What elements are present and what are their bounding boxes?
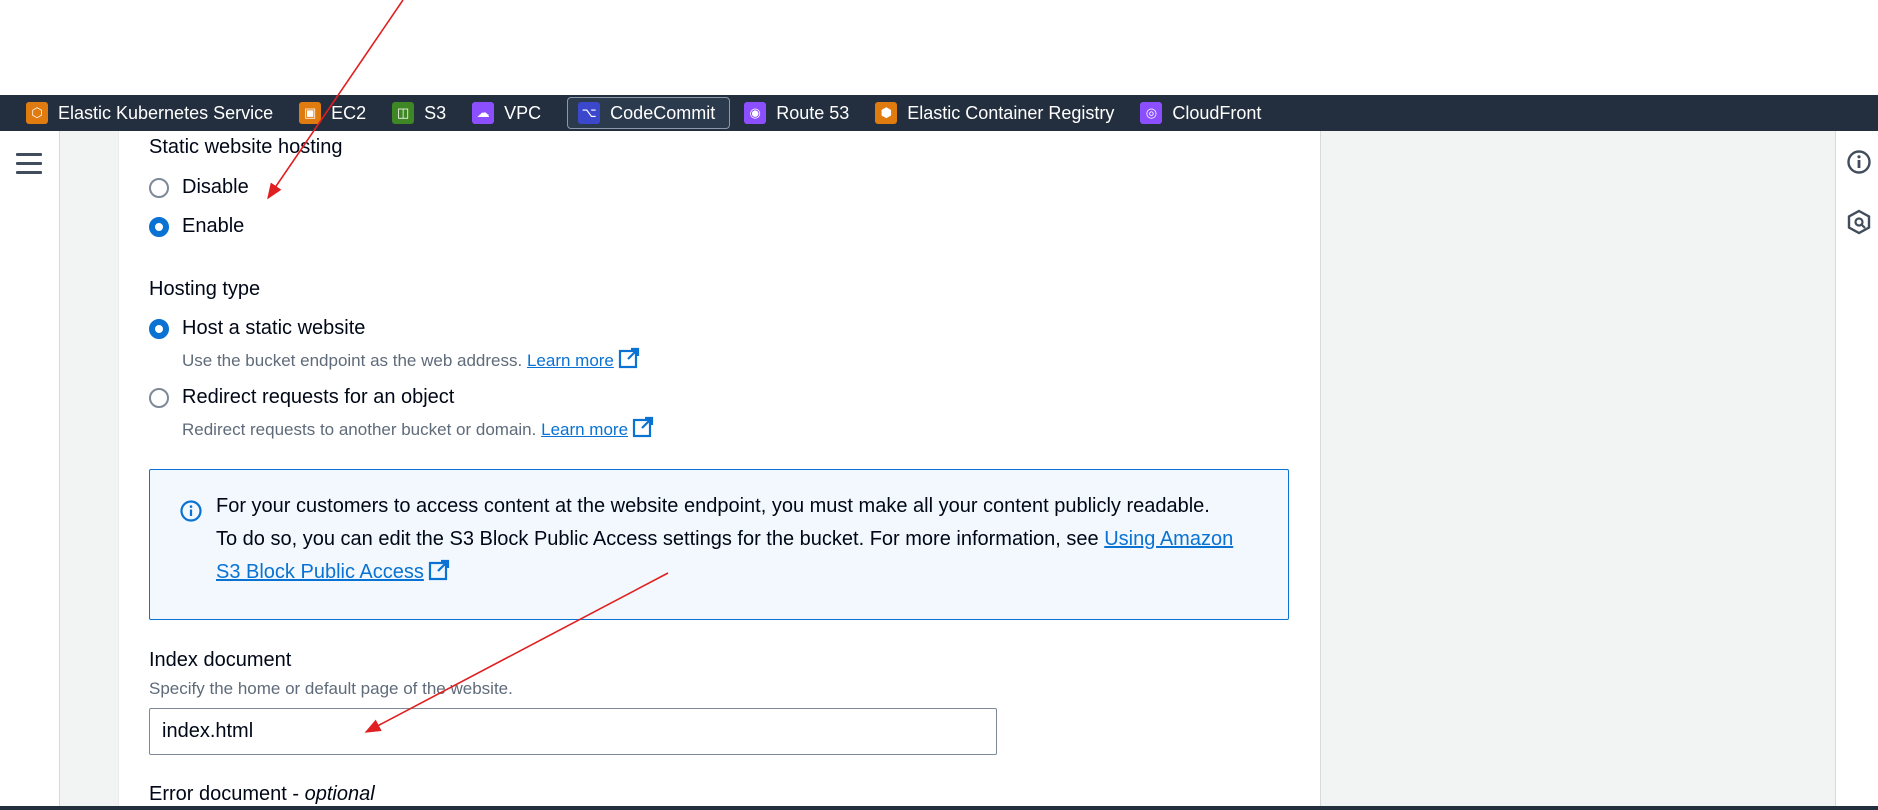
info-alert-text: For your customers to access content at … bbox=[216, 490, 1236, 589]
service-label: Elastic Kubernetes Service bbox=[58, 102, 274, 123]
left-navigation bbox=[0, 131, 60, 810]
external-link-icon bbox=[618, 347, 639, 369]
static-hosting-label: Static website hosting bbox=[149, 136, 343, 158]
browser-top-area bbox=[0, 0, 1878, 95]
service-vpc[interactable]: ☁ VPC bbox=[472, 97, 553, 129]
codecommit-icon: ⌥ bbox=[578, 102, 601, 124]
bottom-edge bbox=[0, 806, 1878, 810]
s3-icon: ◫ bbox=[392, 102, 415, 124]
info-icon[interactable] bbox=[1846, 149, 1872, 175]
vpc-icon: ☁ bbox=[472, 102, 495, 124]
service-label: S3 bbox=[424, 102, 447, 123]
service-eks[interactable]: ⬡ Elastic Kubernetes Service bbox=[26, 97, 285, 129]
info-circle-icon bbox=[180, 500, 202, 522]
service-label: Route 53 bbox=[776, 102, 850, 123]
index-document-description: Specify the home or default page of the … bbox=[149, 679, 513, 698]
service-route53[interactable]: ◉ Route 53 bbox=[744, 97, 861, 129]
radio-redirect[interactable] bbox=[149, 388, 169, 408]
service-ec2[interactable]: ▣ EC2 bbox=[299, 97, 378, 129]
eks-icon: ⬡ bbox=[26, 102, 48, 124]
optional-tag: optional bbox=[304, 783, 375, 805]
service-label: Elastic Container Registry bbox=[907, 102, 1115, 123]
external-link-icon bbox=[632, 416, 654, 438]
service-s3[interactable]: ◫ S3 bbox=[392, 97, 458, 129]
hosting-type-label: Hosting type bbox=[149, 278, 261, 300]
ecr-icon: ⬢ bbox=[875, 102, 898, 124]
radio-host-static-label[interactable]: Host a static website bbox=[182, 317, 365, 340]
service-label: CloudFront bbox=[1172, 102, 1262, 123]
description-text: Use the bucket endpoint as the web addre… bbox=[182, 351, 523, 370]
content-gutter bbox=[60, 131, 119, 810]
right-tools-rail bbox=[1835, 131, 1878, 810]
radio-redirect-label[interactable]: Redirect requests for an object bbox=[182, 386, 454, 409]
info-alert: For your customers to access content at … bbox=[149, 469, 1289, 620]
route53-icon: ◉ bbox=[744, 102, 767, 124]
external-link-icon bbox=[428, 559, 449, 581]
service-favorites-bar: ⬡ Elastic Kubernetes Service ▣ EC2 ◫ S3 … bbox=[0, 95, 1878, 131]
redirect-description: Redirect requests to another bucket or d… bbox=[182, 416, 654, 440]
service-codecommit[interactable]: ⌥ CodeCommit bbox=[567, 97, 731, 129]
host-static-description: Use the bucket endpoint as the web addre… bbox=[182, 347, 640, 371]
radio-host-static[interactable] bbox=[149, 319, 169, 339]
hamburger-menu-icon[interactable] bbox=[16, 153, 42, 175]
service-label: EC2 bbox=[331, 102, 367, 123]
service-cloudfront[interactable]: ◎ CloudFront bbox=[1140, 97, 1273, 129]
ec2-icon: ▣ bbox=[299, 102, 322, 124]
error-document-label-text: Error document - bbox=[149, 783, 300, 805]
cloudfront-icon: ◎ bbox=[1140, 102, 1163, 124]
description-text: Redirect requests to another bucket or d… bbox=[182, 420, 537, 439]
learn-more-link[interactable]: Learn more bbox=[541, 420, 628, 439]
info-alert-body: For your customers to access content at … bbox=[216, 495, 1210, 550]
radio-disable-label[interactable]: Disable bbox=[182, 176, 249, 199]
radio-disable[interactable] bbox=[149, 178, 169, 198]
help-panel-icon[interactable] bbox=[1846, 209, 1872, 235]
right-side-panel bbox=[1320, 131, 1836, 810]
learn-more-link[interactable]: Learn more bbox=[527, 351, 614, 370]
service-label: CodeCommit bbox=[610, 102, 716, 123]
index-document-label: Index document bbox=[149, 649, 292, 671]
service-ecr[interactable]: ⬢ Elastic Container Registry bbox=[875, 97, 1126, 129]
service-label: VPC bbox=[504, 102, 542, 123]
error-document-label: Error document - optional bbox=[149, 783, 375, 806]
radio-enable-label[interactable]: Enable bbox=[182, 215, 244, 238]
radio-enable[interactable] bbox=[149, 217, 169, 237]
index-document-input[interactable] bbox=[149, 708, 997, 755]
